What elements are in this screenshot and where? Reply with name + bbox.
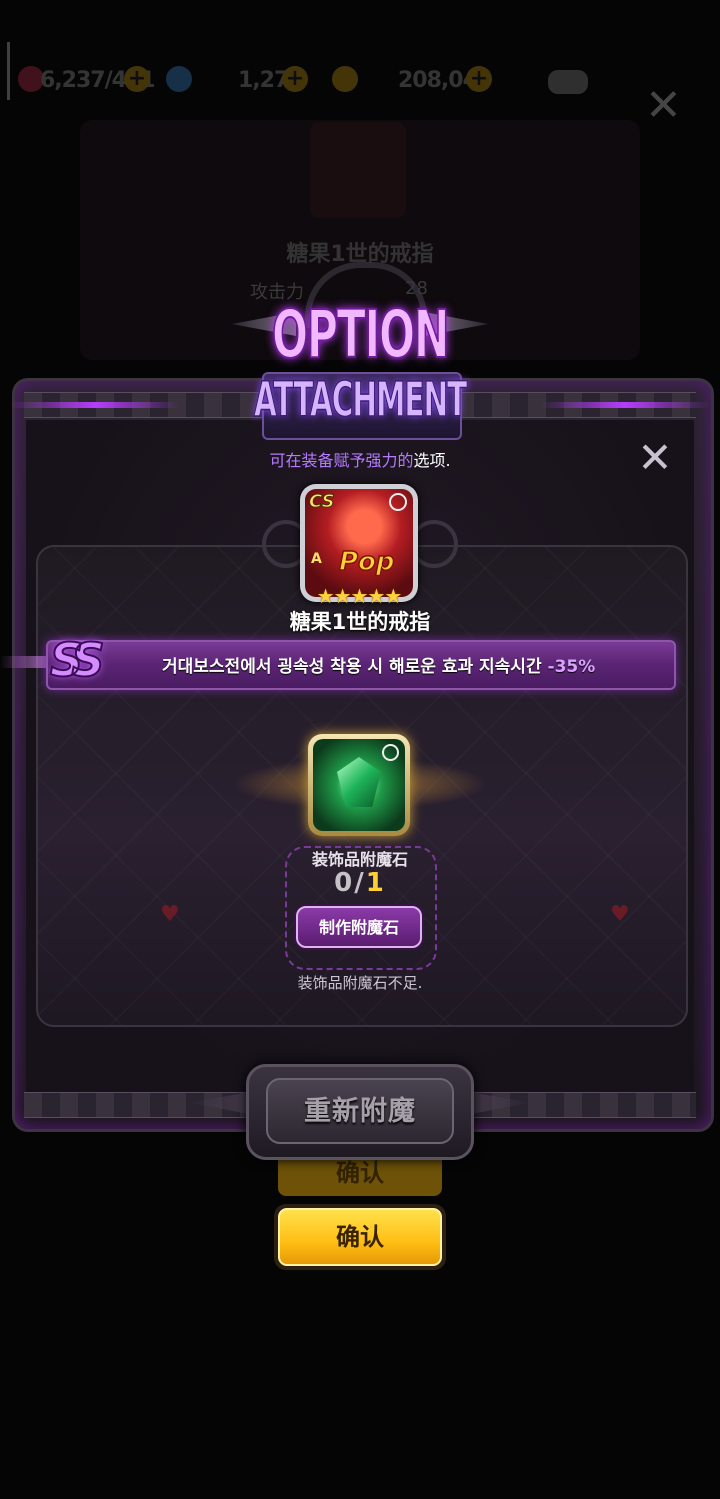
star-rating: ★★★★★ xyxy=(316,584,403,608)
option-description: 거대보스전에서 굉속성 착용 시 해로운 효과 지속시간 xyxy=(162,657,548,677)
subtitle-rest: 选项. xyxy=(413,451,451,470)
background-close-icon: ✕ xyxy=(645,80,682,131)
lock-icon xyxy=(389,493,407,511)
ring-art-text: Pop xyxy=(338,546,395,578)
add-stamina-button[interactable]: + xyxy=(124,66,150,92)
chat-icon[interactable] xyxy=(548,70,588,94)
gold-icon xyxy=(332,66,358,92)
subtitle-highlight: 可在装备赋予强力的 xyxy=(269,451,414,470)
popup-subtitle: 可在装备赋予强力的选项. xyxy=(0,447,720,471)
material-need: 1 xyxy=(365,868,386,898)
add-gold-button[interactable]: + xyxy=(466,66,492,92)
material-separator: / xyxy=(354,868,366,898)
divider xyxy=(7,42,10,100)
rank-badge: A xyxy=(311,551,322,567)
material-have: 0 xyxy=(334,868,355,898)
gem-icon xyxy=(337,757,381,807)
confirm-button[interactable]: 确认 xyxy=(274,1204,446,1270)
option-value: -35% xyxy=(547,657,596,677)
stone-art xyxy=(313,739,405,831)
insufficient-message: 装饰品附魔石不足. xyxy=(297,974,423,992)
craft-stone-button[interactable]: 制作附魔石 xyxy=(296,906,422,948)
popup-title-attachment: ATTACHMENT xyxy=(253,371,467,429)
grade-badge: SS xyxy=(49,632,106,688)
popup-title-option: OPTION xyxy=(271,295,450,374)
add-gem-button[interactable]: + xyxy=(282,66,308,92)
gem-icon xyxy=(166,66,192,92)
material-count: 0/1 xyxy=(0,868,720,898)
resource-bar: 6,237/421 + 1,273 + 208,045 + xyxy=(0,42,720,120)
broken-heart-icon: ♥ xyxy=(610,902,630,927)
broken-heart-icon: ♥ xyxy=(160,902,180,927)
close-icon[interactable]: ✕ xyxy=(636,437,674,479)
material-name: 装饰品附魔石 xyxy=(311,850,408,869)
background-item-thumbnail xyxy=(310,122,406,218)
enchant-stone-icon[interactable] xyxy=(308,734,410,836)
reattach-button[interactable]: 重新附魔 xyxy=(266,1078,454,1144)
ring-art: CS A Pop xyxy=(305,489,413,597)
confirm-button-label: 确认 xyxy=(278,1208,442,1266)
option-text: 거대보스전에서 굉속성 착용 시 해로운 효과 지속시간 -35% xyxy=(162,652,595,677)
lock-icon xyxy=(382,744,399,761)
cs-badge: CS xyxy=(309,491,336,513)
